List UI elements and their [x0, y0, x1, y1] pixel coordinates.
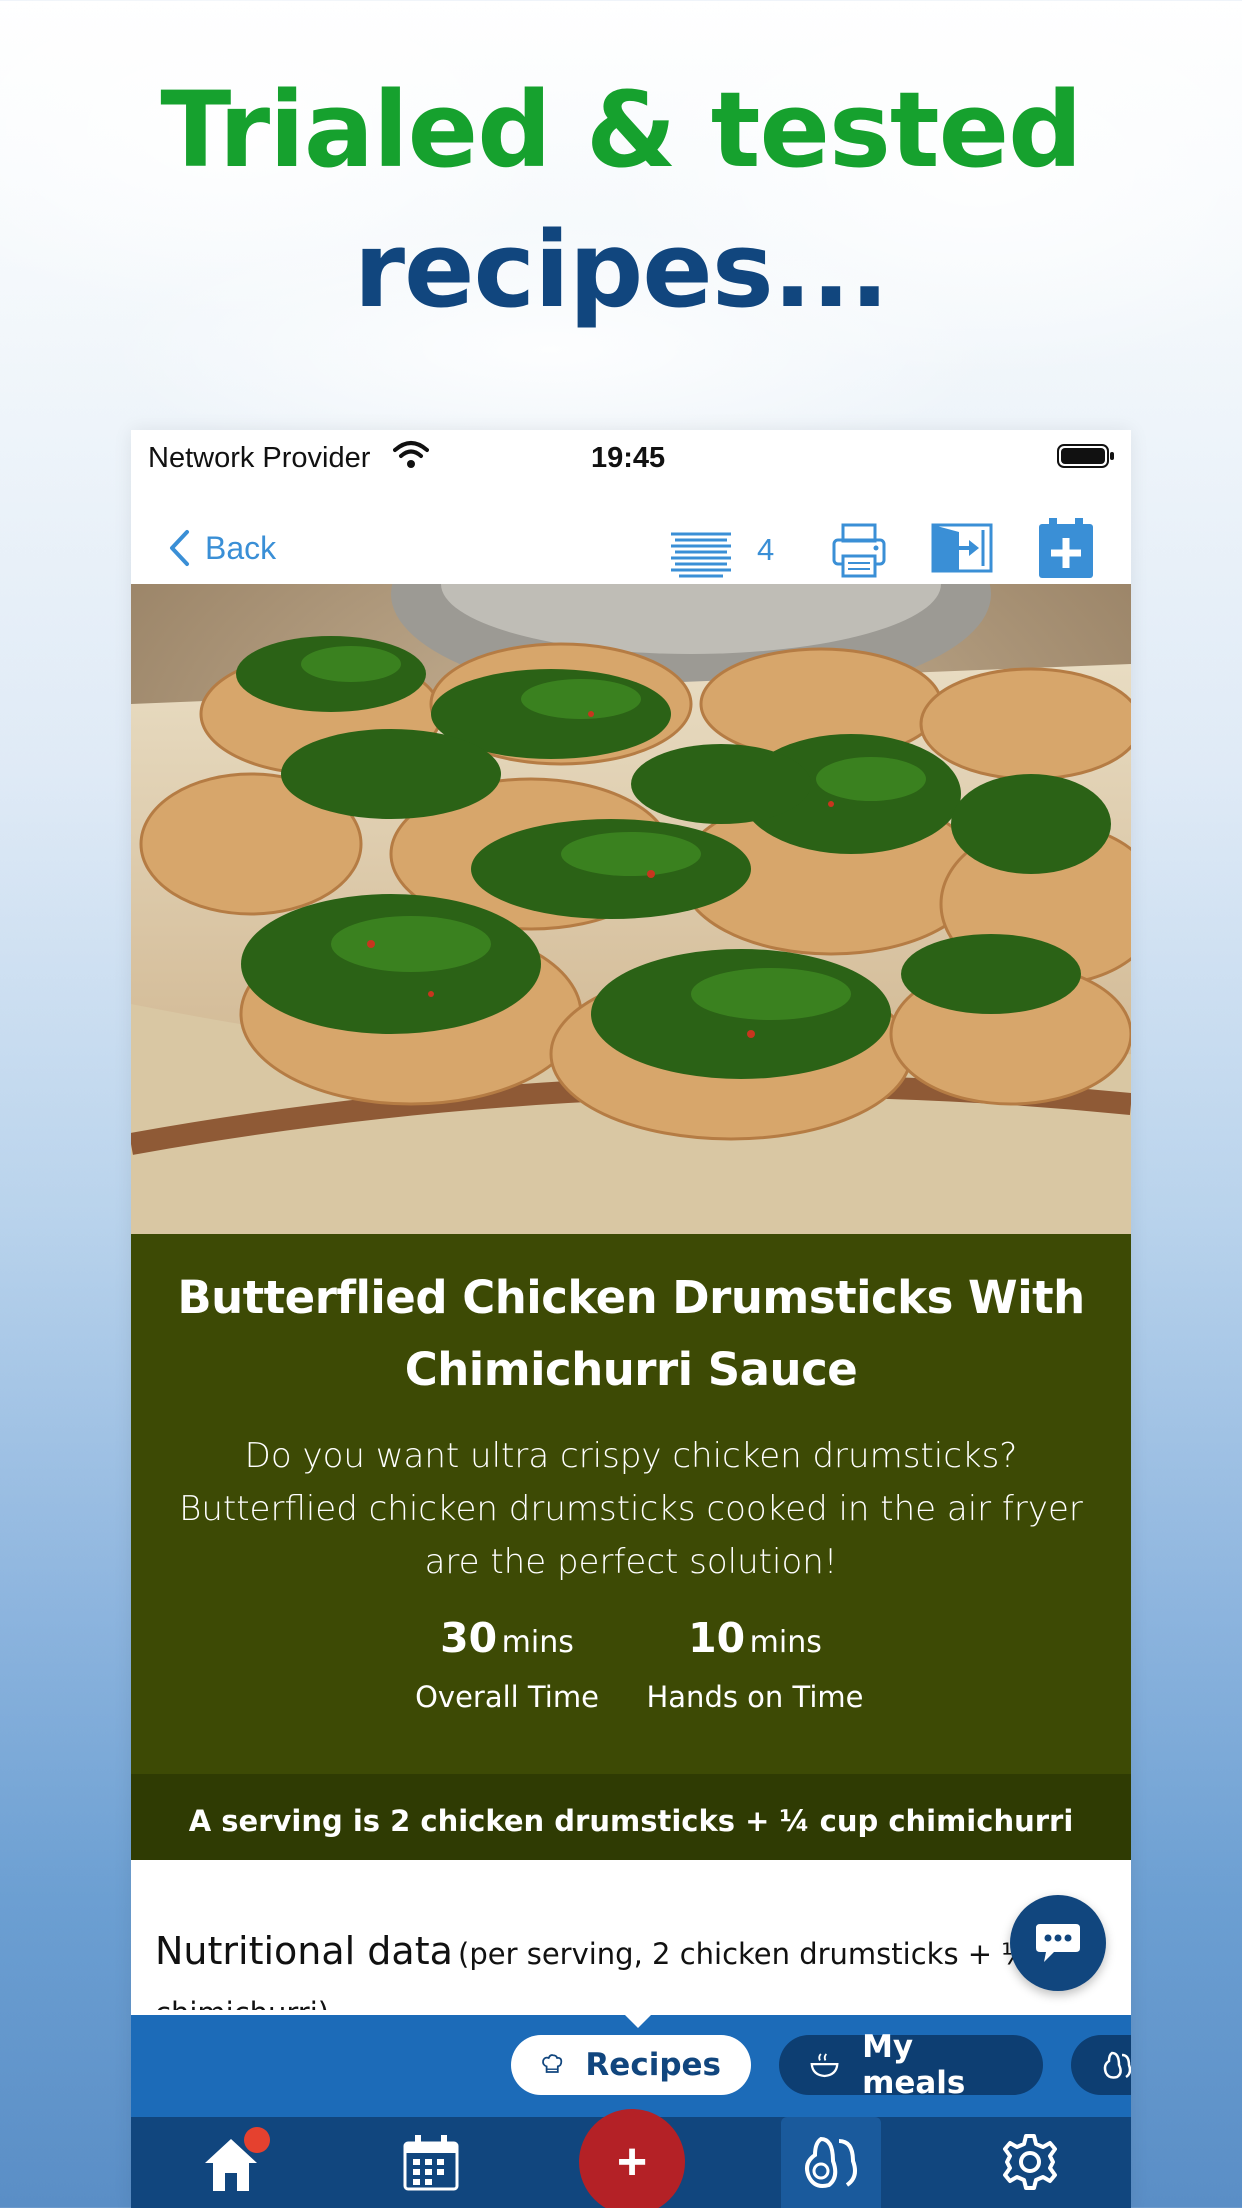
- overall-time: 30 mins Overall Time: [387, 1614, 627, 1714]
- nutrition-section: Nutritional data (per serving, 2 chicken…: [131, 1860, 1131, 2010]
- add-button[interactable]: +: [579, 2109, 685, 2208]
- headline-line-1: Trialed & tested: [160, 69, 1082, 191]
- recipe-description: Do you want ultra crispy chicken drumsti…: [179, 1436, 1083, 1582]
- tab-recipes[interactable]: Recipes: [511, 2035, 751, 2095]
- print-icon[interactable]: [831, 522, 887, 580]
- recipe-title: Butterflied Chicken Drumsticks With Chim…: [177, 1271, 1085, 1396]
- tab-more[interactable]: [1071, 2035, 1131, 2095]
- settings-gear-icon[interactable]: [999, 2131, 1061, 2193]
- status-time: 19:45: [591, 442, 666, 474]
- overall-time-unit: mins: [501, 1625, 574, 1660]
- phone-screen: Network Provider 19:45 Back 4 Butterflie…: [131, 430, 1131, 2208]
- recipe-header: Butterflied Chicken Drumsticks With Chim…: [131, 1234, 1131, 1774]
- carrier-name: Network Provider: [148, 442, 371, 474]
- recipe-times: 30 mins Overall Time 10 mins Hands on Ti…: [131, 1614, 1131, 1734]
- avocado-tab-icon[interactable]: [799, 2131, 863, 2195]
- servings-icon[interactable]: [667, 528, 735, 578]
- nutrition-heading-row: Nutritional data (per serving, 2 chicken…: [155, 1924, 1055, 2010]
- hands-on-time: 10 mins Hands on Time: [635, 1614, 875, 1714]
- hands-on-time-value: 10: [688, 1614, 746, 1662]
- back-button[interactable]: Back: [167, 528, 276, 568]
- add-to-planner-icon[interactable]: [1037, 518, 1095, 580]
- serving-note: A serving is 2 chicken drumsticks + ¼ cu…: [131, 1774, 1131, 1868]
- share-recipe-icon[interactable]: [931, 522, 993, 574]
- chat-bubble-icon: [1036, 1924, 1080, 1962]
- bottom-tab-bar: +: [131, 2109, 1131, 2208]
- tab-recipes-label: Recipes: [585, 2047, 721, 2083]
- nutrition-heading: Nutritional data: [155, 1929, 453, 1973]
- wifi-icon: [393, 441, 429, 468]
- calendar-icon[interactable]: [401, 2133, 461, 2193]
- overall-time-label: Overall Time: [415, 1680, 599, 1714]
- hands-on-time-unit: mins: [749, 1625, 822, 1660]
- battery-icon: [1057, 444, 1114, 468]
- headline: Trialed & tested recipes...: [0, 60, 1242, 340]
- servings-count[interactable]: 4: [757, 532, 774, 568]
- back-label: Back: [205, 529, 277, 566]
- notification-badge: [244, 2127, 270, 2153]
- chat-button[interactable]: [1010, 1895, 1106, 1991]
- chevron-left-icon: [170, 530, 189, 566]
- hands-on-time-label: Hands on Time: [646, 1680, 864, 1714]
- bowl-icon: [810, 2053, 839, 2078]
- section-tabs: Recipes My meals: [131, 2015, 1131, 2117]
- tab-my-meals-label: My meals: [862, 2029, 966, 2101]
- status-bar: Network Provider 19:45: [131, 430, 1131, 488]
- chef-hat-icon: [542, 2054, 563, 2073]
- overall-time-value: 30: [440, 1614, 498, 1662]
- headline-line-2: recipes...: [353, 209, 890, 331]
- recipe-photo: [131, 584, 1131, 1234]
- tab-my-meals[interactable]: My meals: [779, 2029, 1043, 2101]
- avocado-icon: [1103, 2051, 1131, 2079]
- active-tab-indicator: [624, 2015, 652, 2028]
- chicken-chimichurri-image: [131, 584, 1131, 1234]
